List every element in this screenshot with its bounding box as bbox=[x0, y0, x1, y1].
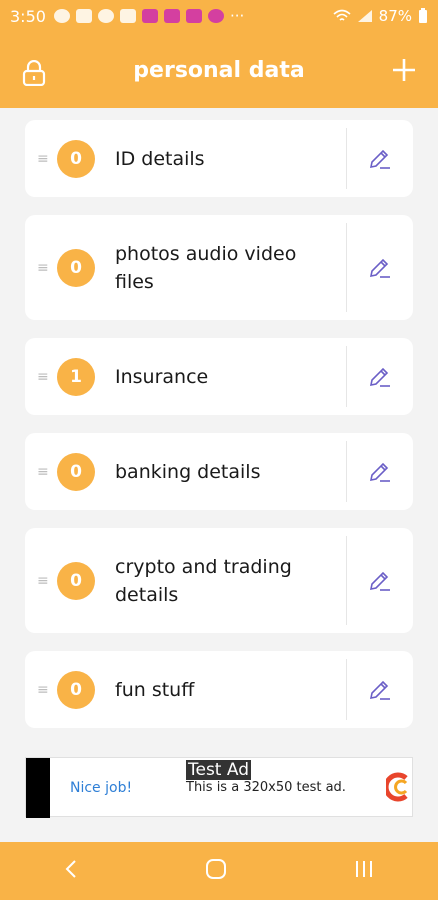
divider bbox=[346, 223, 347, 312]
divider bbox=[346, 659, 347, 720]
ad-banner[interactable]: Nice job! Test Ad This is a 320x50 test … bbox=[25, 757, 413, 818]
add-category-button[interactable] bbox=[392, 58, 416, 86]
message-icon bbox=[53, 9, 70, 23]
list-item[interactable]: ≡ 1 Insurance bbox=[25, 338, 413, 415]
ad-title: Test Ad bbox=[186, 760, 252, 780]
drag-handle-icon[interactable]: ≡ bbox=[37, 574, 51, 588]
ad-logo-icon bbox=[383, 772, 408, 806]
app-notification-icon bbox=[119, 9, 136, 23]
heart-icon bbox=[207, 9, 224, 23]
divider bbox=[346, 128, 347, 189]
edit-pencil-icon bbox=[369, 258, 390, 278]
app-notification-icon bbox=[185, 9, 202, 23]
item-label: Insurance bbox=[115, 365, 209, 388]
signal-icon bbox=[357, 10, 372, 22]
recents-button[interactable] bbox=[353, 858, 375, 884]
drag-handle-icon[interactable]: ≡ bbox=[37, 465, 51, 479]
list-item[interactable]: ≡ 0 photos audio video files bbox=[25, 215, 413, 320]
status-time: 3:50 bbox=[10, 6, 46, 26]
home-icon bbox=[206, 859, 226, 879]
category-list: ≡ 0 ID details ≡ 0 photos audio video fi… bbox=[25, 120, 413, 728]
page-title: personal data bbox=[133, 57, 305, 83]
edit-pencil-icon bbox=[369, 571, 390, 591]
edit-button[interactable] bbox=[347, 365, 413, 389]
ad-description: This is a 320x50 test ad. bbox=[186, 780, 346, 795]
edit-button[interactable] bbox=[347, 147, 413, 171]
item-label: banking details bbox=[115, 460, 261, 483]
item-label: photos audio video files bbox=[115, 242, 297, 293]
home-button[interactable] bbox=[205, 858, 227, 884]
count-badge: 0 bbox=[57, 452, 95, 491]
wifi-icon bbox=[333, 9, 351, 21]
divider bbox=[346, 536, 347, 625]
count-badge: 0 bbox=[57, 139, 95, 178]
count-badge: 1 bbox=[57, 357, 95, 396]
system-icons: 87% bbox=[333, 7, 428, 25]
drag-handle-icon[interactable]: ≡ bbox=[37, 683, 51, 697]
recents-icon bbox=[356, 861, 372, 877]
youtube-icon bbox=[97, 9, 114, 23]
system-nav-bar bbox=[0, 842, 438, 900]
lock-icon[interactable] bbox=[22, 59, 46, 90]
lock-notification-icon bbox=[75, 9, 92, 23]
edit-button[interactable] bbox=[347, 460, 413, 484]
edit-pencil-icon bbox=[369, 680, 390, 700]
battery-percentage: 87% bbox=[378, 7, 412, 25]
edit-button[interactable] bbox=[347, 256, 413, 280]
edit-button[interactable] bbox=[347, 678, 413, 702]
app-notification-icon bbox=[141, 9, 158, 23]
app-bar: personal data bbox=[0, 32, 438, 108]
item-label: fun stuff bbox=[115, 678, 195, 701]
count-badge: 0 bbox=[57, 561, 95, 600]
list-item[interactable]: ≡ 0 ID details bbox=[25, 120, 413, 197]
drag-handle-icon[interactable]: ≡ bbox=[37, 261, 51, 275]
drag-handle-icon[interactable]: ≡ bbox=[37, 152, 51, 166]
divider bbox=[346, 346, 347, 407]
count-badge: 0 bbox=[57, 670, 95, 709]
plus-icon bbox=[393, 59, 415, 81]
back-icon bbox=[65, 860, 76, 878]
edit-pencil-icon bbox=[369, 149, 390, 169]
back-button[interactable] bbox=[63, 858, 79, 884]
divider bbox=[346, 441, 347, 502]
list-item[interactable]: ≡ 0 banking details bbox=[25, 433, 413, 510]
edit-pencil-icon bbox=[369, 367, 390, 387]
drag-handle-icon[interactable]: ≡ bbox=[37, 370, 51, 384]
status-bar: 3:50 ··· 87% bbox=[0, 0, 438, 32]
ad-nice-text: Nice job! bbox=[70, 780, 133, 796]
edit-pencil-icon bbox=[369, 462, 390, 482]
notification-icons: ··· bbox=[53, 7, 245, 25]
count-badge: 0 bbox=[57, 248, 95, 287]
app-notification-icon bbox=[163, 9, 180, 23]
list-item[interactable]: ≡ 0 crypto and trading details bbox=[25, 528, 413, 633]
list-item[interactable]: ≡ 0 fun stuff bbox=[25, 651, 413, 728]
battery-icon bbox=[419, 8, 427, 23]
more-notifications-icon: ··· bbox=[229, 7, 245, 25]
edit-button[interactable] bbox=[347, 569, 413, 593]
item-label: ID details bbox=[115, 147, 205, 170]
item-label: crypto and trading details bbox=[115, 555, 292, 606]
ad-image bbox=[26, 758, 50, 818]
